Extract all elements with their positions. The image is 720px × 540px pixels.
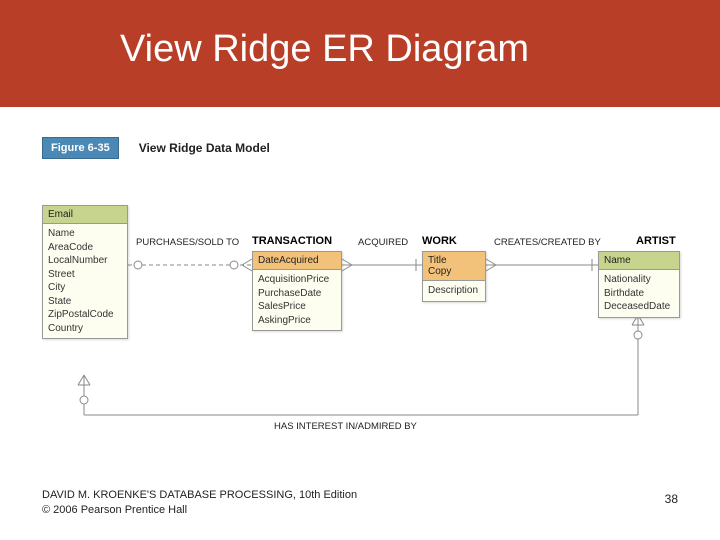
footer: DAVID M. KROENKE'S DATABASE PROCESSING, … (42, 488, 357, 518)
rel-creates: CREATES/CREATED BY (494, 237, 601, 248)
entity-title-artist: ARTIST (636, 235, 676, 247)
figure-caption: View Ridge Data Model (139, 141, 270, 155)
work-key: Title (428, 255, 480, 266)
entity-title-work: WORK (422, 235, 457, 247)
customer-attr: LocalNumber (48, 254, 122, 268)
work-keys: Title Copy (423, 252, 485, 281)
footer-line1: DAVID M. KROENKE'S DATABASE PROCESSING, … (42, 488, 357, 503)
customer-attr: Name (48, 227, 122, 241)
footer-line2: © 2006 Pearson Prentice Hall (42, 503, 357, 518)
entity-work: Title Copy Description (422, 251, 486, 302)
er-diagram: CUSTOMER Email Name AreaCode LocalNumber… (42, 205, 682, 445)
customer-attr: ZipPostalCode (48, 308, 122, 322)
page-number: 38 (665, 492, 678, 506)
customer-attr: City (48, 281, 122, 295)
transaction-attr: AcquisitionPrice (258, 273, 336, 287)
artist-key: Name (599, 252, 679, 270)
transaction-attr: SalesPrice (258, 300, 336, 314)
slide-title: View Ridge ER Diagram (0, 0, 720, 107)
rel-purchases: PURCHASES/SOLD TO (136, 237, 239, 248)
work-attr: Description (428, 284, 480, 298)
transaction-attr: PurchaseDate (258, 287, 336, 301)
customer-attr: State (48, 295, 122, 309)
customer-attr: AreaCode (48, 241, 122, 255)
figure-header: Figure 6-35 View Ridge Data Model (42, 137, 720, 159)
entity-transaction: DateAcquired AcquisitionPrice PurchaseDa… (252, 251, 342, 331)
entity-artist: Name Nationality Birthdate DeceasedDate (598, 251, 680, 318)
rel-interest: HAS INTEREST IN/ADMIRED BY (274, 421, 417, 432)
work-key: Copy (428, 266, 480, 277)
artist-attr: Birthdate (604, 287, 674, 301)
figure-badge: Figure 6-35 (42, 137, 119, 159)
artist-attr: DeceasedDate (604, 300, 674, 314)
entity-customer: Email Name AreaCode LocalNumber Street C… (42, 205, 128, 339)
transaction-attr: AskingPrice (258, 314, 336, 328)
transaction-key: DateAcquired (253, 252, 341, 270)
customer-attr: Street (48, 268, 122, 282)
entity-title-transaction: TRANSACTION (252, 235, 332, 247)
customer-attr: Country (48, 322, 122, 336)
rel-acquired: ACQUIRED (358, 237, 408, 248)
artist-attr: Nationality (604, 273, 674, 287)
customer-key: Email (43, 206, 127, 224)
